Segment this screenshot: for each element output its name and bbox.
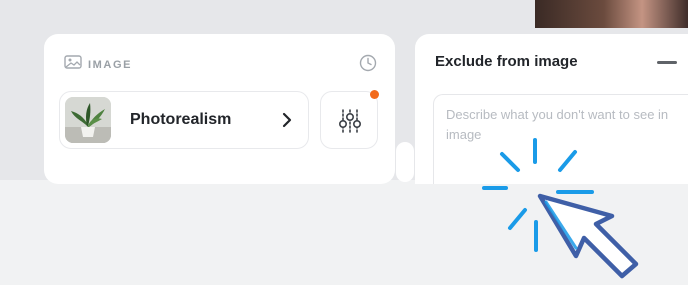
sliders-icon [336,107,364,140]
image-icon [64,55,82,74]
image-section-header: IMAGE [64,55,132,74]
style-selector[interactable]: Photorealism [59,91,309,149]
exclude-title: Exclude from image [435,53,578,70]
style-thumbnail [65,97,111,143]
image-section-label: IMAGE [88,58,133,71]
cursor-click-icon [470,130,650,280]
minus-icon[interactable] [657,61,677,64]
notification-dot [370,90,379,99]
chevron-right-icon [280,111,294,129]
clock-icon[interactable] [359,54,377,72]
settings-button[interactable] [320,90,379,149]
panel-handle [396,142,414,182]
style-name: Photorealism [130,111,232,128]
header-photo [535,0,688,28]
